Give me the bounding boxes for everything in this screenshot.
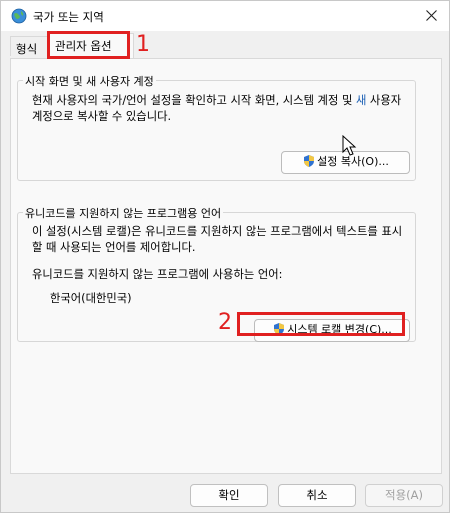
ok-button[interactable]: 확인	[190, 484, 268, 507]
cancel-button[interactable]: 취소	[278, 484, 356, 507]
region-dialog: 국가 또는 지역 형식 관리자 옵션 1 시작 화면 및 새 사용자 계정 현재…	[0, 0, 450, 513]
unicode-description: 이 설정(시스템 로캘)은 유니코드를 지원하지 않는 프로그램에서 텍스트를 …	[32, 225, 403, 254]
mouse-cursor-icon	[342, 135, 357, 156]
tab-format[interactable]: 형식	[10, 36, 48, 56]
close-button[interactable]	[415, 1, 449, 29]
apply-button[interactable]: 적용(A)	[365, 484, 443, 507]
welcome-description: 현재 사용자의 국가/언어 설정을 확인하고 시작 화면, 시스템 계정 및 새…	[32, 94, 402, 123]
admin-options-panel: 시작 화면 및 새 사용자 계정 현재 사용자의 국가/언어 설정을 확인하고 …	[10, 58, 442, 474]
group-legend-welcome: 시작 화면 및 새 사용자 계정	[23, 73, 156, 89]
current-language-value: 한국어(대한민국)	[50, 292, 132, 305]
welcome-screen-group: 시작 화면 및 새 사용자 계정 현재 사용자의 국가/언어 설정을 확인하고 …	[17, 73, 416, 181]
window-title: 국가 또는 지역	[33, 10, 104, 24]
globe-icon	[11, 8, 27, 24]
annotation-box-button	[237, 312, 405, 336]
title-bar: 국가 또는 지역	[1, 1, 449, 31]
dialog-footer: 확인 취소 적용(A)	[1, 475, 449, 513]
close-icon	[426, 10, 437, 21]
group-legend-unicode: 유니코드를 지원하지 않는 프로그램용 언어	[23, 205, 224, 221]
uac-shield-icon	[304, 155, 315, 167]
annotation-marker-1: 1	[136, 32, 150, 57]
annotation-box-tab	[47, 31, 130, 59]
current-language-label: 유니코드를 지원하지 않는 프로그램에 사용하는 언어:	[32, 268, 283, 281]
annotation-marker-2: 2	[218, 310, 232, 335]
